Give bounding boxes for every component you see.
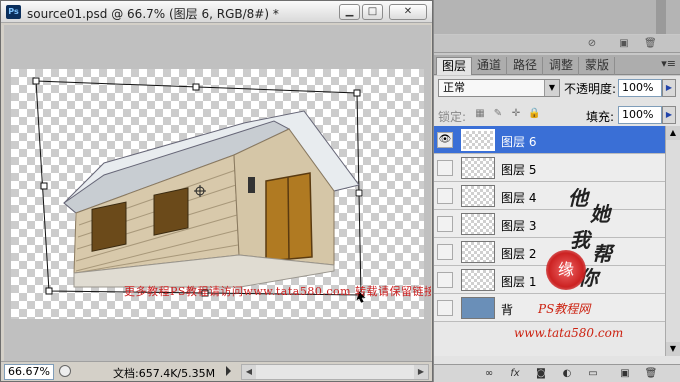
fill-arrow-icon[interactable]: ▶ bbox=[662, 106, 676, 124]
site-url: www.tata580.com bbox=[514, 326, 624, 340]
status-menu-arrow-icon[interactable] bbox=[226, 366, 231, 376]
minimize-button[interactable]: ▁ bbox=[339, 4, 360, 20]
mask-icon[interactable]: ◙ bbox=[534, 368, 548, 380]
layer-name: 图层 4 bbox=[501, 191, 537, 205]
lock-all-icon[interactable]: 🔒 bbox=[528, 108, 540, 120]
document-titlebar[interactable]: Ps source01.psd @ 66.7% (图层 6, RGB/8#) *… bbox=[1, 1, 432, 23]
signature-char: 她 bbox=[590, 202, 610, 226]
status-info-icon[interactable] bbox=[59, 365, 71, 377]
layers-scrollbar[interactable]: ▲ ▼ bbox=[665, 126, 680, 356]
eye-toggle[interactable] bbox=[437, 160, 453, 176]
layer-name: 图层 5 bbox=[501, 163, 537, 177]
watermark-text: 更多教程PS教程请访问www.tata580.com 转载请保留链接! bbox=[124, 285, 431, 298]
fill-input[interactable]: 100% bbox=[618, 106, 662, 124]
blend-mode-select[interactable]: 正常 ▼ bbox=[438, 79, 560, 97]
panel-tabs: 图层 通道 路径 调整 蒙版 ▾≡ bbox=[434, 55, 680, 75]
layer-row[interactable]: 👁 图层 6 bbox=[434, 126, 665, 154]
wall-lamp bbox=[248, 177, 255, 193]
layer-name: 图层 1 bbox=[501, 275, 537, 289]
folder-icon[interactable]: ▭ bbox=[586, 368, 600, 380]
zoom-input[interactable]: 66.67% bbox=[4, 364, 54, 380]
signature-char: 我 bbox=[570, 228, 590, 252]
lock-label: 锁定: bbox=[438, 110, 467, 124]
layers-panel: 正常 ▼ 不透明度: 100% ▶ 锁定: ▦ ✎ ✛ 🔒 填充: 100% ▶… bbox=[434, 76, 680, 382]
right-panel: ⊘ ▣ 🗑 图层 通道 路径 调整 蒙版 ▾≡ 正常 ▼ 不透明度: 100% … bbox=[434, 0, 680, 382]
opacity-label: 不透明度: bbox=[564, 82, 617, 96]
window-middle bbox=[153, 187, 189, 236]
link-icon[interactable]: ∞ bbox=[482, 368, 496, 380]
tab-adjustments[interactable]: 调整 bbox=[544, 57, 580, 75]
opacity-arrow-icon[interactable]: ▶ bbox=[662, 79, 676, 97]
eye-toggle[interactable] bbox=[437, 272, 453, 288]
scroll-left-icon[interactable]: ◀ bbox=[242, 365, 256, 379]
fill-label: 填充: bbox=[586, 110, 615, 124]
no-icon[interactable]: ⊘ bbox=[586, 38, 598, 50]
layer-thumbnail[interactable] bbox=[461, 241, 495, 263]
document-title: source01.psd @ 66.7% (图层 6, RGB/8#) * bbox=[27, 7, 279, 21]
layer-thumbnail[interactable] bbox=[461, 297, 495, 319]
trash-icon[interactable]: 🗑 bbox=[644, 38, 657, 50]
close-button[interactable]: ✕ bbox=[389, 4, 427, 20]
eye-toggle[interactable] bbox=[437, 244, 453, 260]
layer-name: 图层 3 bbox=[501, 219, 537, 233]
tab-paths[interactable]: 路径 bbox=[508, 57, 544, 75]
layer-thumbnail[interactable] bbox=[461, 213, 495, 235]
eye-icon[interactable]: 👁 bbox=[437, 132, 453, 148]
layers-bottom-bar: ∞ fx ◙ ◐ ▭ ▣ 🗑 bbox=[434, 364, 680, 382]
opacity-input[interactable]: 100% bbox=[618, 79, 662, 97]
layer-thumbnail[interactable] bbox=[461, 185, 495, 207]
lock-row: 锁定: ▦ ✎ ✛ 🔒 填充: 100% ▶ bbox=[434, 104, 680, 126]
lock-pixels-icon[interactable]: ✎ bbox=[492, 108, 504, 120]
scroll-down-icon[interactable]: ▼ bbox=[666, 342, 680, 356]
tab-layers[interactable]: 图层 bbox=[436, 57, 473, 75]
fx-icon[interactable]: fx bbox=[508, 368, 522, 380]
trash-icon[interactable]: 🗑 bbox=[644, 368, 658, 380]
adjustment-icon[interactable]: ◐ bbox=[560, 368, 574, 380]
layer-row[interactable]: 图层 5 bbox=[434, 154, 665, 182]
red-seal: 缘 bbox=[546, 250, 586, 290]
layers-list: 👁 图层 6 图层 5 图层 4 图层 3 图层 2 图层 1 背 他 她 我 … bbox=[434, 126, 665, 356]
scroll-up-icon[interactable]: ▲ bbox=[666, 126, 680, 140]
eye-toggle[interactable] bbox=[437, 216, 453, 232]
eye-toggle[interactable] bbox=[437, 300, 453, 316]
top-scrollbar[interactable] bbox=[656, 0, 666, 34]
panel-top-strip bbox=[434, 0, 680, 34]
new-layer-icon[interactable]: ▣ bbox=[618, 368, 632, 380]
layer-thumbnail[interactable] bbox=[461, 129, 495, 151]
layer-thumbnail[interactable] bbox=[461, 269, 495, 291]
tab-channels[interactable]: 通道 bbox=[472, 57, 508, 75]
site-label: PS教程网 bbox=[538, 302, 591, 316]
window-left bbox=[91, 201, 127, 252]
signature-char: 他 bbox=[568, 186, 588, 210]
layer-name: 背 bbox=[501, 303, 514, 317]
layer-name: 图层 2 bbox=[501, 247, 537, 261]
photoshop-icon: Ps bbox=[6, 5, 21, 19]
document-window: Ps source01.psd @ 66.7% (图层 6, RGB/8#) *… bbox=[0, 0, 433, 382]
chevron-down-icon[interactable]: ▼ bbox=[544, 80, 559, 96]
mini-toolbar: ⊘ ▣ 🗑 bbox=[434, 35, 680, 53]
lock-position-icon[interactable]: ✛ bbox=[510, 108, 522, 120]
status-bar: 66.67% 文档:657.4K/5.35M ◀ ▶ bbox=[1, 361, 432, 381]
tab-masks[interactable]: 蒙版 bbox=[580, 57, 616, 75]
house-artwork[interactable] bbox=[4, 25, 431, 361]
scroll-right-icon[interactable]: ▶ bbox=[414, 365, 428, 379]
document-info: 文档:657.4K/5.35M bbox=[113, 367, 216, 380]
horizontal-scrollbar[interactable]: ◀ ▶ bbox=[241, 364, 429, 380]
blend-mode-value: 正常 bbox=[443, 81, 465, 94]
lock-transparency-icon[interactable]: ▦ bbox=[474, 108, 486, 120]
maximize-button[interactable]: □ bbox=[362, 4, 383, 20]
layer-thumbnail[interactable] bbox=[461, 157, 495, 179]
new-icon[interactable]: ▣ bbox=[618, 38, 630, 50]
canvas-area[interactable]: 更多教程PS教程请访问www.tata580.com 转载请保留链接! bbox=[4, 25, 431, 361]
layer-name: 图层 6 bbox=[501, 135, 537, 149]
eye-toggle[interactable] bbox=[437, 188, 453, 204]
panel-menu-icon[interactable]: ▾≡ bbox=[661, 57, 676, 70]
